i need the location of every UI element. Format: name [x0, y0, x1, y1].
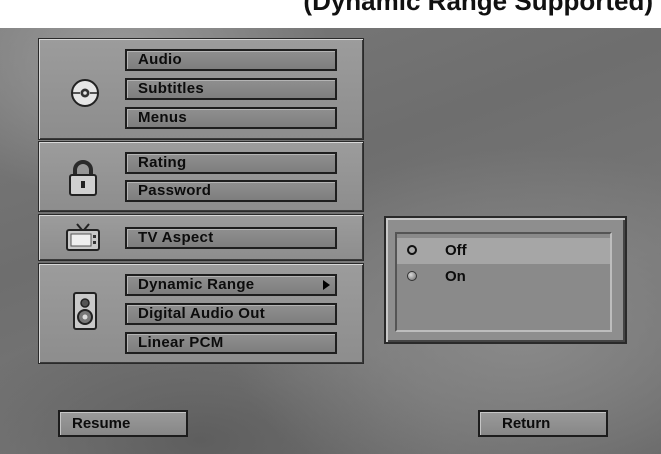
option-off-label: Off — [445, 242, 467, 259]
padlock-icon — [63, 158, 103, 198]
radio-unselected-icon — [407, 245, 417, 255]
resume-button[interactable]: Resume — [58, 410, 188, 437]
menu-item-dynamic-range[interactable]: Dynamic Range — [125, 274, 337, 296]
submenu-arrow-icon — [323, 280, 330, 290]
speaker-icon — [65, 291, 105, 331]
menu-item-menus[interactable]: Menus — [125, 107, 337, 129]
title-bar: (Dynamic Range Supported) — [0, 0, 661, 28]
page-title: (Dynamic Range Supported) — [303, 0, 653, 16]
menu-item-digital-audio-out[interactable]: Digital Audio Out — [125, 303, 337, 325]
menu-item-tv-aspect[interactable]: TV Aspect — [125, 227, 337, 249]
option-on[interactable]: On — [397, 264, 610, 290]
menu-group-language: Audio Subtitles Menus — [38, 38, 364, 140]
disc-icon — [65, 73, 105, 113]
option-on-label: On — [445, 268, 466, 285]
menu-item-linear-pcm[interactable]: Linear PCM — [125, 332, 337, 354]
menu-group-parental: Rating Password — [38, 141, 364, 212]
menu-item-dynamic-range-label: Dynamic Range — [138, 276, 255, 293]
menu-item-password[interactable]: Password — [125, 180, 337, 202]
menu-item-rating[interactable]: Rating — [125, 152, 337, 174]
menu-group-display: TV Aspect — [38, 214, 364, 261]
options-list: Off On — [395, 232, 612, 332]
tv-icon — [63, 218, 103, 258]
radio-selected-icon — [407, 271, 417, 281]
return-button[interactable]: Return — [478, 410, 608, 437]
dynamic-range-options-panel: Off On — [384, 216, 627, 344]
menu-item-audio[interactable]: Audio — [125, 49, 337, 71]
menu-group-audio-output: Dynamic Range Digital Audio Out Linear P… — [38, 263, 364, 364]
option-off[interactable]: Off — [397, 238, 610, 264]
menu-item-subtitles[interactable]: Subtitles — [125, 78, 337, 100]
